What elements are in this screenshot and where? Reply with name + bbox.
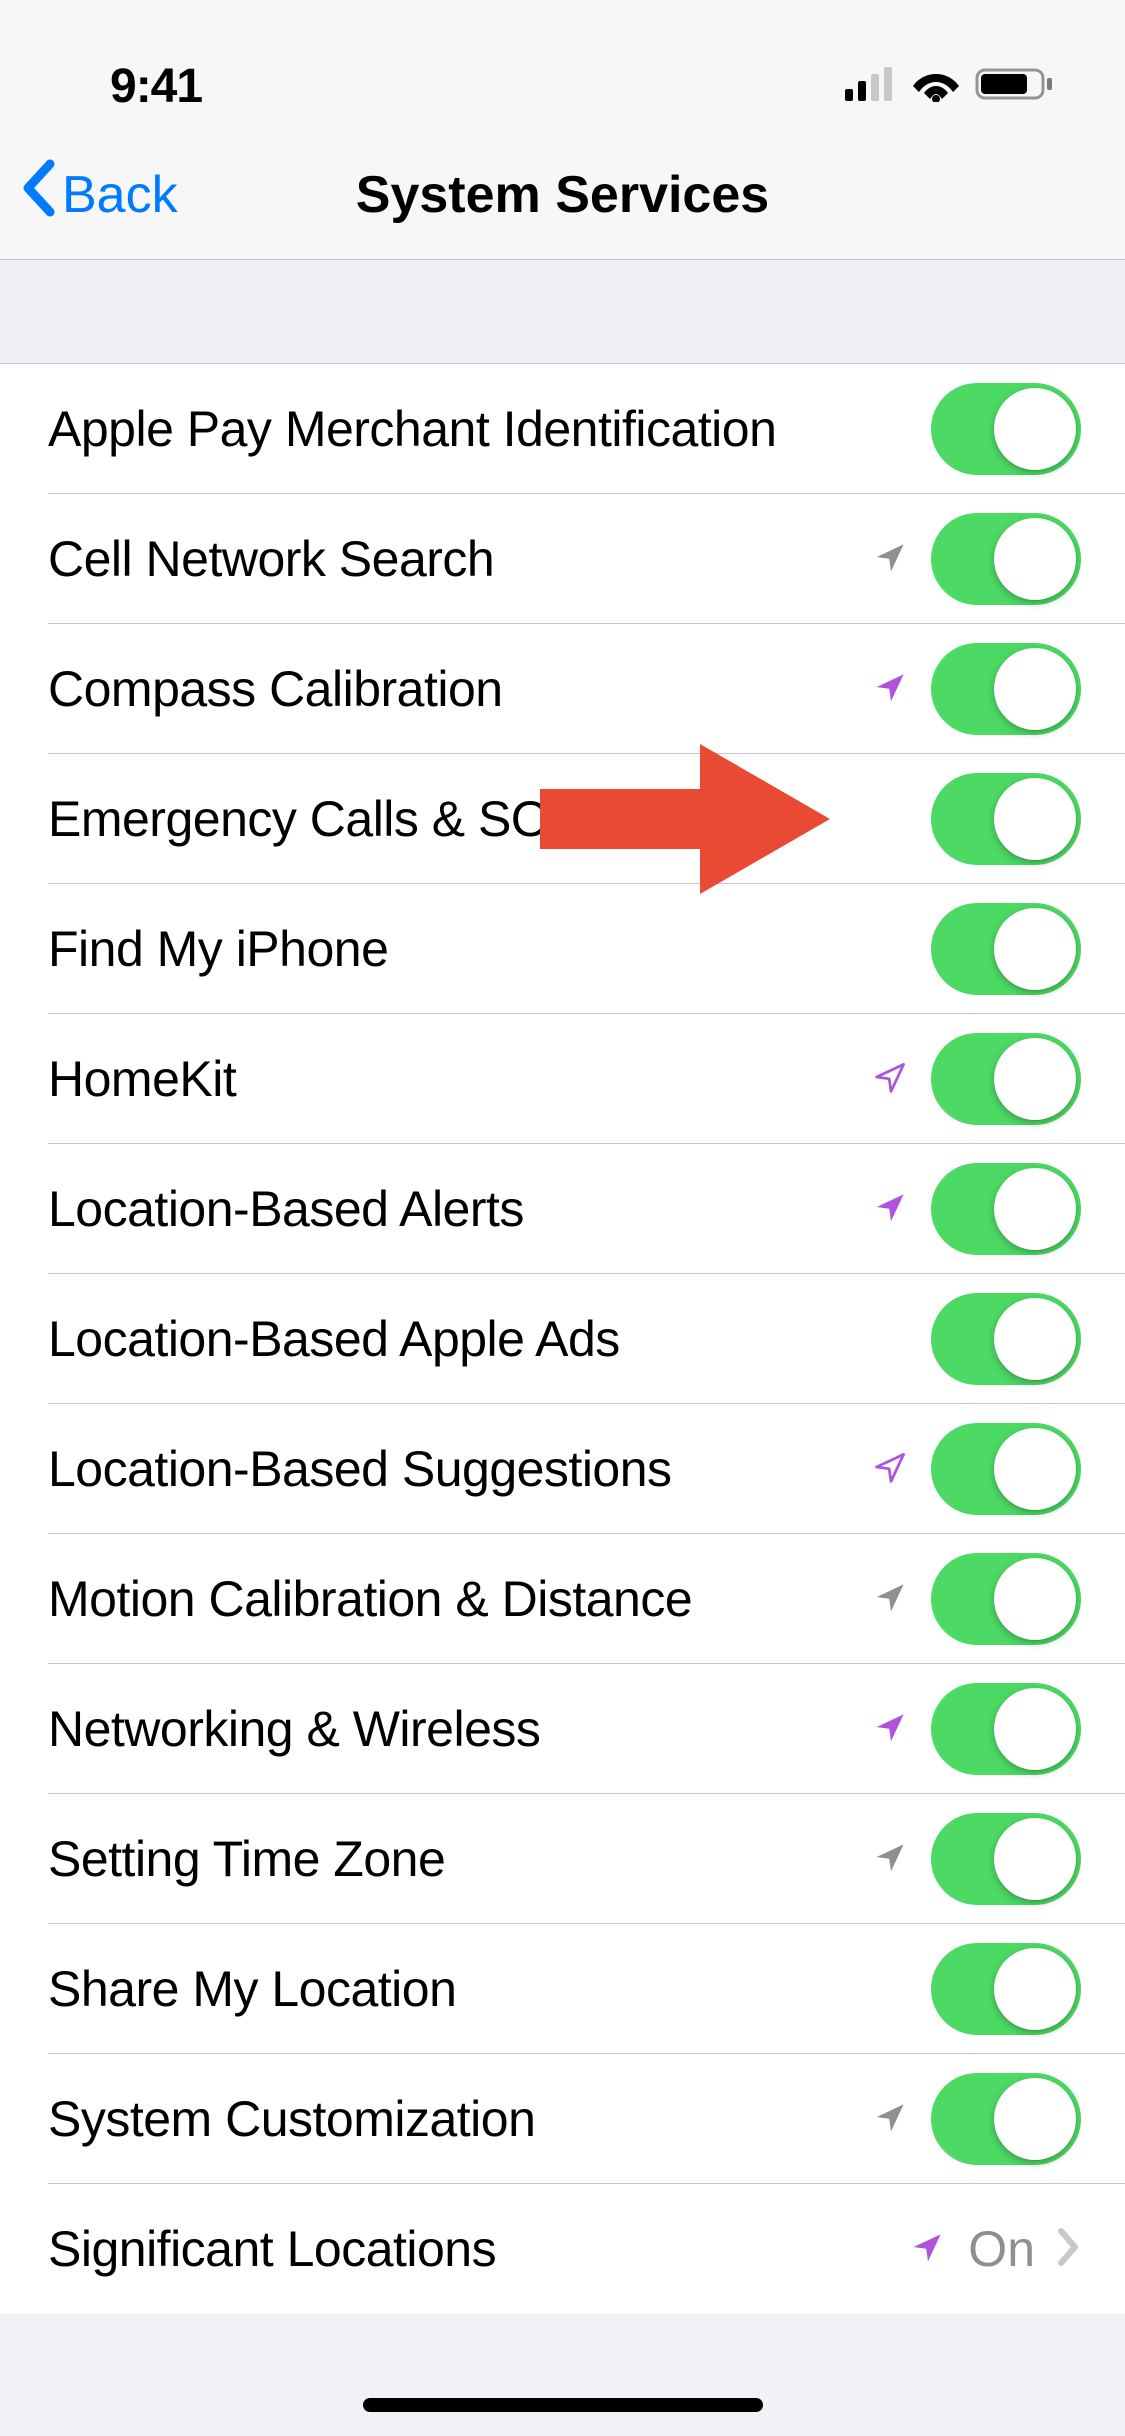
row-label: Motion Calibration & Distance <box>48 1570 873 1628</box>
chevron-left-icon <box>20 158 58 231</box>
location-arrow-icon <box>873 1839 909 1880</box>
list-item: Share My Location <box>0 1924 1125 2054</box>
list-item: Apple Pay Merchant Identification <box>0 364 1125 494</box>
list-item: Compass Calibration <box>0 624 1125 754</box>
location-arrow-icon <box>873 2099 909 2140</box>
back-button[interactable]: Back <box>0 158 178 231</box>
toggle-switch[interactable] <box>931 773 1081 865</box>
row-label: HomeKit <box>48 1050 873 1108</box>
list-item: Location-Based Alerts <box>0 1144 1125 1274</box>
row-label: Location-Based Apple Ads <box>48 1310 931 1368</box>
cellular-icon <box>845 67 897 106</box>
toggle-switch[interactable] <box>931 1943 1081 2035</box>
row-label: Cell Network Search <box>48 530 873 588</box>
toggle-switch[interactable] <box>931 513 1081 605</box>
settings-list: Apple Pay Merchant Identification Cell N… <box>0 364 1125 2314</box>
row-label: Share My Location <box>48 1960 931 2018</box>
location-arrow-icon <box>873 1449 909 1490</box>
toggle-switch[interactable] <box>931 1033 1081 1125</box>
row-label: Location-Based Suggestions <box>48 1440 873 1498</box>
row-label: Networking & Wireless <box>48 1700 873 1758</box>
status-time: 9:41 <box>60 59 202 114</box>
list-item: Find My iPhone <box>0 884 1125 1014</box>
list-item: Cell Network Search <box>0 494 1125 624</box>
location-arrow-icon <box>873 539 909 580</box>
row-label: System Customization <box>48 2090 873 2148</box>
row-label: Significant Locations <box>48 2220 910 2278</box>
toggle-switch[interactable] <box>931 1163 1081 1255</box>
list-item: Networking & Wireless <box>0 1664 1125 1794</box>
row-value: On <box>968 2220 1035 2278</box>
row-label: Emergency Calls & SOS <box>48 790 931 848</box>
row-label: Setting Time Zone <box>48 1830 873 1888</box>
row-label: Find My iPhone <box>48 920 931 978</box>
toggle-switch[interactable] <box>931 1293 1081 1385</box>
toggle-switch[interactable] <box>931 1423 1081 1515</box>
battery-icon <box>975 66 1055 107</box>
row-label: Apple Pay Merchant Identification <box>48 400 931 458</box>
list-item: System Customization <box>0 2054 1125 2184</box>
nav-bar: Back System Services <box>0 130 1125 260</box>
row-label: Location-Based Alerts <box>48 1180 873 1238</box>
status-bar: 9:41 <box>0 0 1125 130</box>
list-item[interactable]: Significant Locations On <box>0 2184 1125 2314</box>
toggle-switch[interactable] <box>931 1553 1081 1645</box>
location-arrow-icon <box>873 1709 909 1750</box>
location-arrow-icon <box>873 1579 909 1620</box>
section-spacer <box>0 260 1125 364</box>
toggle-switch[interactable] <box>931 1683 1081 1775</box>
toggle-switch[interactable] <box>931 643 1081 735</box>
chevron-right-icon <box>1057 2227 1081 2272</box>
list-item: HomeKit <box>0 1014 1125 1144</box>
location-arrow-icon <box>910 2229 946 2270</box>
toggle-switch[interactable] <box>931 903 1081 995</box>
list-item: Motion Calibration & Distance <box>0 1534 1125 1664</box>
toggle-switch[interactable] <box>931 1813 1081 1905</box>
location-arrow-icon <box>873 1189 909 1230</box>
location-arrow-icon <box>873 669 909 710</box>
list-item: Setting Time Zone <box>0 1794 1125 1924</box>
list-item: Location-Based Suggestions <box>0 1404 1125 1534</box>
list-item: Emergency Calls & SOS <box>0 754 1125 884</box>
home-indicator <box>363 2398 763 2412</box>
location-arrow-icon <box>873 1059 909 1100</box>
wifi-icon <box>911 66 961 107</box>
row-label: Compass Calibration <box>48 660 873 718</box>
back-label: Back <box>62 165 178 225</box>
status-indicators <box>845 66 1065 107</box>
list-item: Location-Based Apple Ads <box>0 1274 1125 1404</box>
toggle-switch[interactable] <box>931 383 1081 475</box>
toggle-switch[interactable] <box>931 2073 1081 2165</box>
